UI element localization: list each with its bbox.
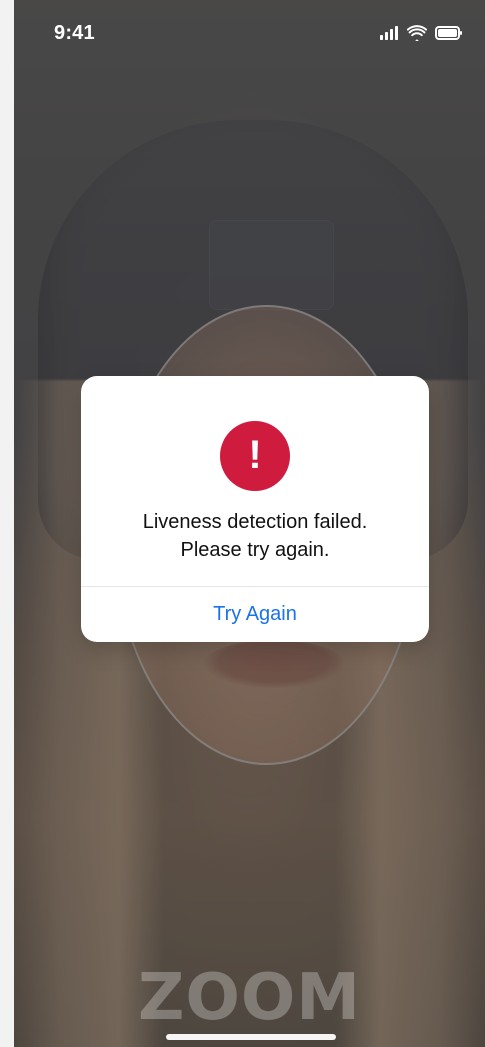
try-again-button[interactable]: Try Again [81, 587, 429, 642]
exclamation-icon: ! [248, 433, 262, 477]
beanie-patch [209, 220, 334, 310]
dialog-message-line-1: Liveness detection failed. [142, 511, 368, 533]
status-icons [379, 25, 463, 41]
wifi-icon [407, 25, 427, 41]
home-indicator[interactable] [166, 1034, 336, 1040]
liveness-failed-dialog: ! Liveness detection failed. Please try … [81, 376, 429, 642]
signal-bars-icon [379, 25, 399, 41]
brand-watermark: ZOOM [14, 966, 485, 1030]
mouth [204, 640, 344, 688]
status-time: 9:41 [54, 21, 95, 44]
battery-icon [435, 25, 463, 41]
brand-text: ZOOM [138, 961, 361, 1035]
alert-circle-icon: ! [220, 421, 290, 491]
dialog-message: Liveness detection failed. Please try ag… [101, 508, 409, 564]
phone-screen: 9:41 ! Liveness detection failed. Please… [14, 0, 485, 1047]
dialog-message-line-2: Please try again. [180, 539, 330, 561]
status-bar: 9:41 [14, 0, 485, 66]
